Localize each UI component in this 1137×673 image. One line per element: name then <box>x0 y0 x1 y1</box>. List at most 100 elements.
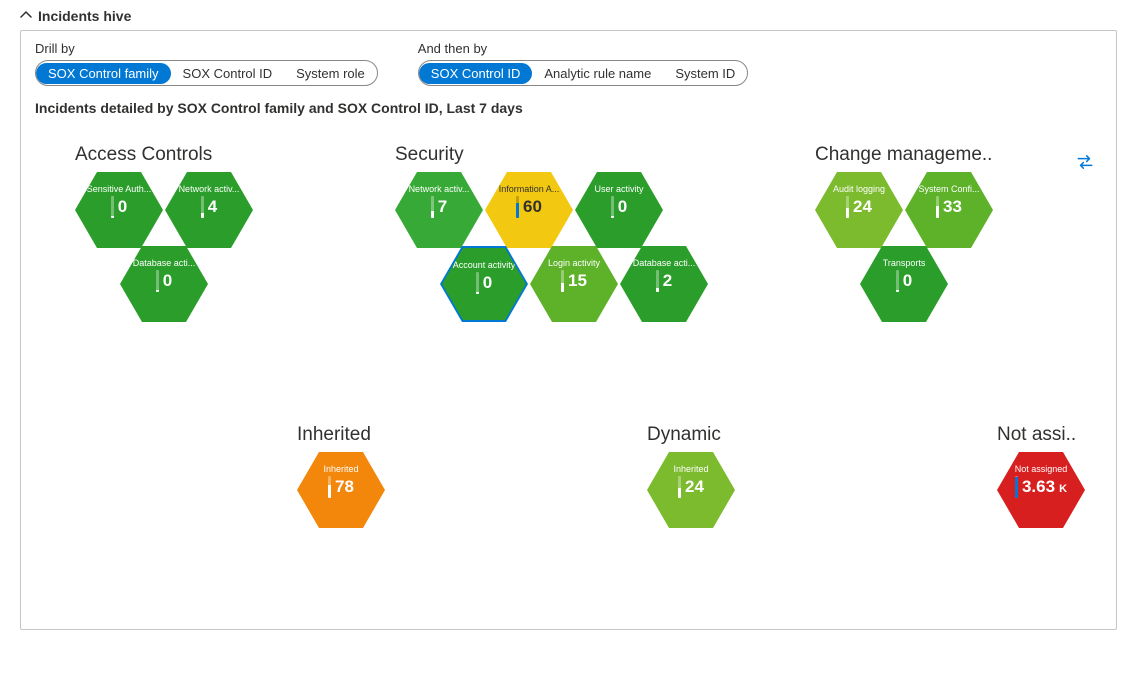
drill-primary-option[interactable]: SOX Control family <box>36 63 171 84</box>
hive-group-title: Change manageme.. <box>815 144 1005 166</box>
hive-cell-value-row: 0 <box>111 196 127 218</box>
hive-cell-value-row: 60 <box>516 196 542 218</box>
hive-cell-value: 7 <box>438 197 447 217</box>
hive-group-cells: Inherited 78 <box>297 452 597 528</box>
hive-cell-value: 2 <box>663 271 672 291</box>
hive-cell-value: 15 <box>568 271 587 291</box>
drill-controls: Drill by SOX Control familySOX Control I… <box>35 41 1102 86</box>
hive-cell-label: Sensitive Auth... <box>87 184 152 194</box>
drill-primary-group: SOX Control familySOX Control IDSystem r… <box>35 60 378 86</box>
hive-group-title: Security <box>395 144 615 166</box>
hive-cell-value: 60 <box>523 197 542 217</box>
hive-cell-value: 33 <box>943 197 962 217</box>
hive-cell-bar <box>1015 476 1018 498</box>
hive-cell-label: Login activity <box>548 258 600 268</box>
hive-cell-label: Transports <box>883 258 926 268</box>
hive-cell-bar <box>896 270 899 292</box>
hive-cell-label: Database acti... <box>133 258 196 268</box>
hive-cell-value-row: 24 <box>846 196 872 218</box>
hive-cell-label: Network activ... <box>179 184 240 194</box>
hive-group-cells: Not assigned3.63 K <box>997 452 1137 528</box>
hive-group-security: Security Network activ... 7 Information A..… <box>395 144 695 322</box>
hive-cell[interactable]: Network activ... 4 <box>165 172 253 248</box>
hive-cell[interactable]: Inherited 78 <box>297 452 385 528</box>
hive-cell-bar <box>656 270 659 292</box>
hive-cell-value-row: 2 <box>656 270 672 292</box>
hive-cell-value-row: 0 <box>896 270 912 292</box>
hive-cell[interactable]: Not assigned3.63 K <box>997 452 1085 528</box>
hive-cell-value-row: 0 <box>611 196 627 218</box>
hive-cell-bar <box>111 196 114 218</box>
hive-cell-value-row: 78 <box>328 476 354 498</box>
hive-cell-label: Audit logging <box>833 184 885 194</box>
hive-group-change-management: Change manageme.. Audit logging 24 System C… <box>815 144 1115 322</box>
section-toggle[interactable]: Incidents hive <box>20 8 1117 24</box>
hive-cell-bar <box>678 476 681 498</box>
hive-cell-label: Account activity <box>453 260 516 270</box>
hive-cell-value: 24 <box>685 477 704 497</box>
hive-cell-value: 0 <box>483 273 492 293</box>
hive-cell-bar <box>846 196 849 218</box>
hive-cell-value-row: 4 <box>201 196 217 218</box>
hive-cell[interactable]: Information A... 60 <box>485 172 573 248</box>
hive-cell-label: Information A... <box>499 184 560 194</box>
hive-cell-label: Inherited <box>323 464 358 474</box>
hive-cell[interactable]: Sensitive Auth... 0 <box>75 172 163 248</box>
hive-cell[interactable]: Audit logging 24 <box>815 172 903 248</box>
hive-cell-value-row: 7 <box>431 196 447 218</box>
hive-cell[interactable]: System Confi... 33 <box>905 172 993 248</box>
drill-primary-option[interactable]: System role <box>284 63 377 84</box>
hive-cell-label: Database acti... <box>633 258 696 268</box>
section-title: Incidents hive <box>38 8 131 24</box>
hive-cell-bar <box>328 476 331 498</box>
hive-cell-value: 24 <box>853 197 872 217</box>
hive-cell-label: User activity <box>594 184 643 194</box>
hive-cell-bar <box>516 196 519 218</box>
hive-cell-bar <box>561 270 564 292</box>
hive-cell[interactable]: Login activity 15 <box>530 246 618 322</box>
hive-cell-bar <box>431 196 434 218</box>
hive-cell-value: 0 <box>118 197 127 217</box>
hive-group-cells: Network activ... 7 Information A... 60 User … <box>395 172 695 322</box>
hive-group-cells: Sensitive Auth... 0 Network activ... 4 Datab… <box>75 172 375 322</box>
drill-secondary-label: And then by <box>418 41 749 56</box>
hive-group-title: Dynamic <box>647 424 787 446</box>
hive-cell[interactable]: Database acti... 0 <box>120 246 208 322</box>
hive-cell-value-row: 15 <box>561 270 587 292</box>
drill-secondary-option[interactable]: Analytic rule name <box>532 63 663 84</box>
hive-cell-value: 0 <box>618 197 627 217</box>
hive-subtitle: Incidents detailed by SOX Control family… <box>35 100 1102 116</box>
hive-group-title: Inherited <box>297 424 437 446</box>
drill-primary-label: Drill by <box>35 41 378 56</box>
drill-secondary-option[interactable]: SOX Control ID <box>419 63 533 84</box>
hive-cell[interactable]: User activity 0 <box>575 172 663 248</box>
drill-primary-option[interactable]: SOX Control ID <box>171 63 285 84</box>
drill-secondary-option[interactable]: System ID <box>663 63 747 84</box>
hive-cell-label: Not assigned <box>1015 464 1068 474</box>
hive-group-not-assigned: Not assi.. Not assigned3.63 K <box>997 424 1137 528</box>
hive-cell-label: System Confi... <box>918 184 979 194</box>
hive-cell-bar <box>156 270 159 292</box>
hive-cell-value: 0 <box>903 271 912 291</box>
hive-cell-value-row: 0 <box>476 272 492 294</box>
hive-cell[interactable]: Inherited 24 <box>647 452 735 528</box>
chevron-up-icon <box>20 9 32 24</box>
hive-cell-value-row: 24 <box>678 476 704 498</box>
hive-cell-value-row: 0 <box>156 270 172 292</box>
hive-group-dynamic: Dynamic Inherited 24 <box>647 424 947 528</box>
hive-cell-bar <box>476 272 479 294</box>
hive-cell[interactable]: Network activ... 7 <box>395 172 483 248</box>
hive-group-title: Access Controls <box>75 144 295 166</box>
hive-cell[interactable]: Transports 0 <box>860 246 948 322</box>
hive-group-inherited: Inherited Inherited 78 <box>297 424 597 528</box>
hive-cell-bar <box>936 196 939 218</box>
hive-cell[interactable]: Database acti... 2 <box>620 246 708 322</box>
hive-cell-value-row: 33 <box>936 196 962 218</box>
hive-area: Access ControlsSensitive Auth...0Network… <box>35 144 1102 594</box>
hive-cell-bar <box>201 196 204 218</box>
hive-group-title: Not assi.. <box>997 424 1087 446</box>
hive-cell-bar <box>611 196 614 218</box>
hive-cell-label: Network activ... <box>409 184 470 194</box>
hive-cell-label: Inherited <box>673 464 708 474</box>
hive-cell-value: 4 <box>208 197 217 217</box>
